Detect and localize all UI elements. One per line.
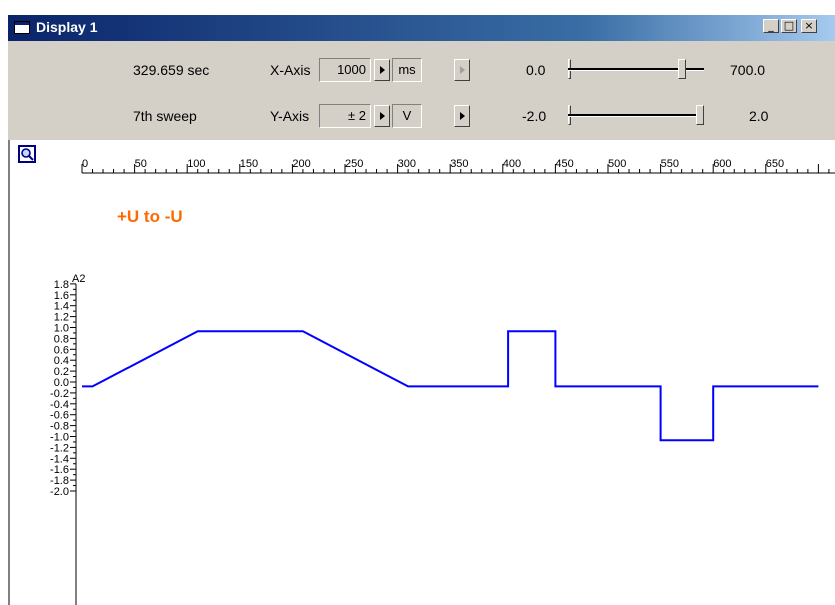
x-slider-thumb[interactable] — [678, 59, 686, 79]
y-axis-scale-field[interactable]: ± 2 — [319, 104, 371, 128]
title-bar[interactable]: Display 1 _ □ × — [8, 15, 835, 41]
y-range-slider[interactable] — [568, 104, 704, 128]
window-icon — [14, 21, 30, 34]
x-axis-scale-arrow[interactable] — [374, 59, 390, 81]
y-axis-label: Y-Axis — [270, 108, 310, 124]
display-window: Display 1 _ □ × 329.659 sec 7th sweep X-… — [0, 0, 835, 605]
magnifier-icon — [21, 148, 34, 161]
sweep-readout: 7th sweep — [133, 108, 197, 124]
x-axis-unit-arrow[interactable] — [454, 59, 470, 81]
y-range-max: 2.0 — [749, 108, 769, 124]
y-axis-unit-arrow[interactable] — [454, 105, 470, 127]
display-toolbar: 329.659 sec 7th sweep X-Axis 1000 ms Y-A… — [8, 41, 835, 141]
y-axis-scale-arrow[interactable] — [374, 105, 390, 127]
close-button[interactable]: × — [801, 19, 817, 33]
x-range-min: 0.0 — [526, 62, 546, 78]
minimize-button[interactable]: _ — [763, 19, 779, 33]
y-range-min: -2.0 — [522, 108, 547, 124]
time-readout: 329.659 sec — [133, 62, 210, 78]
x-axis-scale-field[interactable]: 1000 — [319, 58, 371, 82]
x-range-max: 700.0 — [730, 62, 766, 78]
y-slider-thumb[interactable] — [696, 105, 704, 125]
zoom-button[interactable] — [18, 145, 36, 163]
maximize-button[interactable]: □ — [781, 19, 797, 33]
x-axis-unit-field[interactable]: ms — [392, 58, 422, 82]
window-title: Display 1 — [36, 19, 98, 35]
x-range-slider[interactable] — [568, 58, 704, 82]
plot-area[interactable] — [8, 140, 835, 605]
y-axis-unit-field[interactable]: V — [392, 104, 422, 128]
x-axis-label: X-Axis — [270, 62, 311, 78]
